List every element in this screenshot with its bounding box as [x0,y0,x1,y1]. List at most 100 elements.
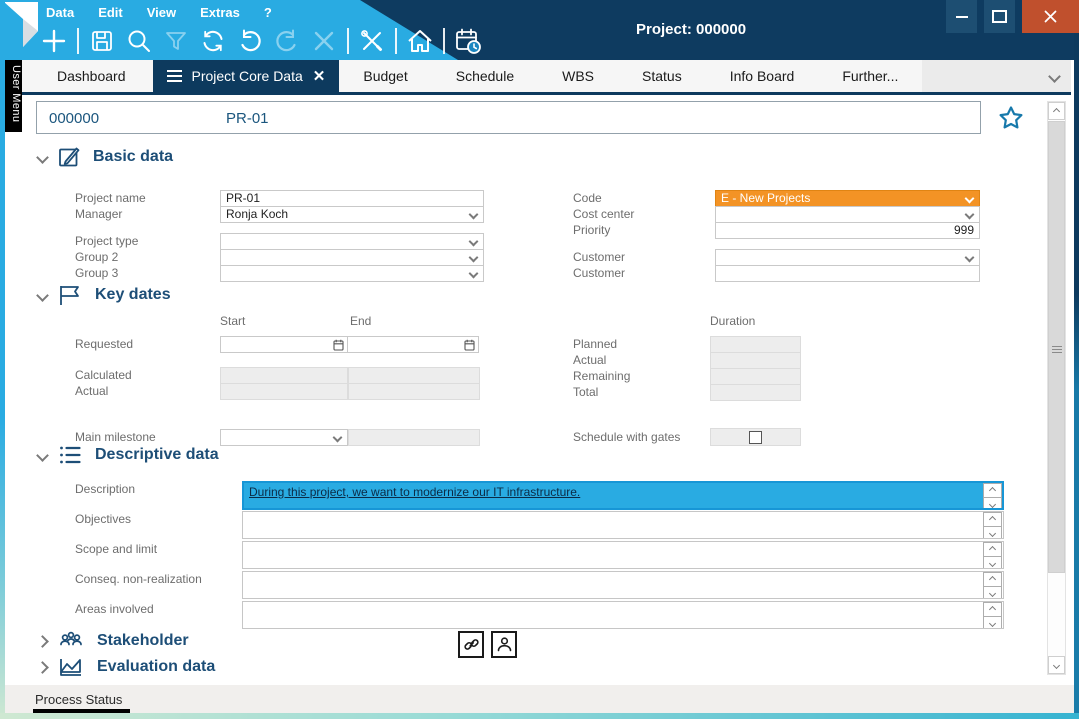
home-icon[interactable] [406,27,434,55]
spin-up-button[interactable] [983,483,1002,498]
objectives-spinner [983,512,1002,539]
remaining-label: Remaining [573,368,710,385]
stakeholder-group-icon [57,629,85,653]
tab-wbs[interactable]: WBS [538,60,618,92]
customer-input[interactable] [715,265,980,282]
requested-end-date-input[interactable] [347,336,479,353]
menu-view[interactable]: View [147,5,176,20]
chevron-up-icon [989,487,996,494]
tab-status[interactable]: Status [618,60,706,92]
maximize-button[interactable] [984,0,1015,33]
spin-down-button[interactable] [983,497,1002,510]
tab-info-board[interactable]: Info Board [706,60,819,92]
tab-menu-icon[interactable] [167,70,182,82]
tab-budget[interactable]: Budget [339,60,431,92]
scroll-down-button[interactable] [1048,656,1065,674]
code-select[interactable]: E - New Projects [715,190,980,207]
group3-select[interactable] [220,265,484,282]
chevron-down-icon [36,289,49,302]
section-evaluation-data[interactable]: Evaluation data [38,655,215,679]
tab-project-core-data[interactable]: Project Core Data ✕ [153,60,340,92]
spin-down-button[interactable] [983,586,1002,599]
menu-edit[interactable]: Edit [98,5,123,20]
window-right-border [1074,33,1079,719]
key-dates-right: Duration Planned Actual Remaining Total [573,314,851,401]
schedule-with-gates-checkbox[interactable] [749,431,762,444]
toolbar-separator [443,28,445,54]
spin-up-button[interactable] [983,512,1002,527]
scope-textarea[interactable] [242,541,1004,569]
chevron-up-icon [989,576,996,583]
minimize-button[interactable] [946,0,977,33]
chevron-down-icon [989,620,996,627]
favorite-star-icon[interactable] [998,105,1024,130]
maximize-icon [992,10,1007,23]
tools-icon[interactable] [358,27,386,55]
start-column-header: Start [220,314,350,332]
basic-right-column: Code E - New Projects Cost center Priori… [573,190,980,282]
spin-down-button[interactable] [983,556,1002,569]
project-name-input[interactable]: PR-01 [220,190,484,207]
menu-help[interactable]: ? [264,5,272,20]
chevron-up-icon [1053,107,1060,114]
tab-further[interactable]: Further... [818,60,922,92]
tab-overflow-area [922,60,1071,92]
person-button[interactable] [491,631,517,658]
calendar-icon[interactable] [464,339,475,351]
priority-input[interactable]: 999 [715,222,980,239]
spin-up-button[interactable] [983,602,1002,617]
consequences-textarea[interactable] [242,571,1004,599]
section-title: Evaluation data [97,658,215,676]
chevron-down-icon [333,433,343,443]
tab-close-icon[interactable]: ✕ [313,69,326,84]
spin-up-button[interactable] [983,542,1002,557]
section-title: Stakeholder [97,632,189,650]
add-icon[interactable] [40,27,68,55]
user-menu-tab[interactable]: User Menu [5,60,22,132]
cost-center-select[interactable] [715,206,980,223]
project-type-select[interactable] [220,233,484,250]
record-header[interactable]: 000000 PR-01 [36,101,981,134]
spin-up-button[interactable] [983,572,1002,587]
save-icon[interactable] [88,27,116,55]
menu-data[interactable]: Data [46,5,74,20]
spin-down-button[interactable] [983,526,1002,539]
scroll-up-button[interactable] [1048,102,1065,120]
section-stakeholder[interactable]: Stakeholder [38,629,189,653]
vertical-scrollbar[interactable] [1047,101,1066,675]
main-milestone-select[interactable] [220,429,348,446]
section-basic-data[interactable]: Basic data [38,145,173,169]
refresh-icon[interactable] [199,27,227,55]
group2-select[interactable] [220,249,484,266]
search-icon[interactable] [125,27,153,55]
end-column-header: End [350,314,371,332]
section-key-dates[interactable]: Key dates [38,283,171,307]
areas-involved-textarea[interactable] [242,601,1004,629]
link-button[interactable] [458,631,484,658]
actual-end-field [348,383,480,400]
actual-start-field [220,383,348,400]
customer-select[interactable] [715,249,980,266]
manager-label: Manager [75,206,220,223]
tab-schedule[interactable]: Schedule [432,60,538,92]
calculated-label: Calculated [75,367,220,384]
tab-dashboard[interactable]: Dashboard [30,60,153,92]
code-label: Code [573,190,715,207]
schedule-with-gates-field [710,428,801,446]
priority-value: 999 [954,223,974,238]
requested-start-date-input[interactable] [220,336,348,353]
chevron-down-icon[interactable] [1048,70,1061,83]
close-button[interactable] [1022,0,1079,33]
objectives-textarea[interactable] [242,511,1004,539]
scrollbar-thumb[interactable] [1048,121,1065,573]
schedule-gates-row: Schedule with gates [573,428,851,446]
section-descriptive-data[interactable]: Descriptive data [38,443,219,467]
planning-calendar-icon[interactable] [454,27,482,55]
description-textarea[interactable]: During this project, we want to moderniz… [242,481,1004,510]
spin-down-button[interactable] [983,616,1002,629]
manager-select[interactable]: Ronja Koch [220,206,484,223]
menu-extras[interactable]: Extras [200,5,240,20]
project-name-label: Project name [75,190,220,207]
undo-icon[interactable] [236,27,264,55]
calendar-icon[interactable] [333,339,344,351]
